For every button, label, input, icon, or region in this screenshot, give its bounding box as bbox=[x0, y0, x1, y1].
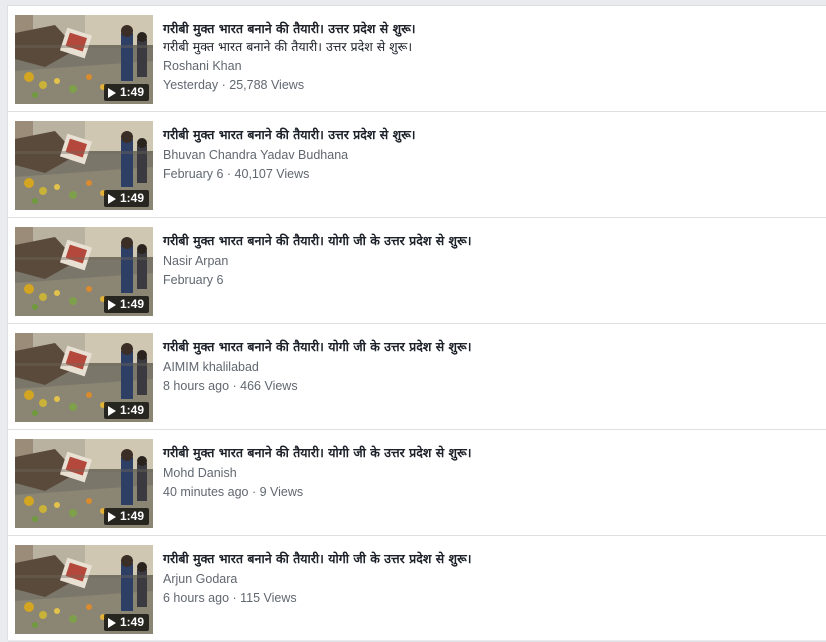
video-meta: February 6 · 40,107 Views bbox=[163, 167, 310, 181]
video-info: गरीबी मुक्त भारत बनाने की तैयारी। योगी ज… bbox=[163, 550, 816, 608]
video-meta: 40 minutes ago · 9 Views bbox=[163, 485, 304, 499]
video-meta: 8 hours ago · 466 Views bbox=[163, 379, 298, 393]
video-info: गरीबी मुक्त भारत बनाने की तैयारी। योगी ज… bbox=[163, 338, 816, 396]
play-icon bbox=[107, 87, 116, 98]
video-title[interactable]: गरीबी मुक्त भारत बनाने की तैयारी। योगी ज… bbox=[163, 550, 816, 568]
play-icon bbox=[107, 511, 116, 522]
video-info: गरीबी मुक्त भारत बनाने की तैयारी। उत्तर … bbox=[163, 20, 816, 95]
video-result-item: 1:49 गरीबी मुक्त भारत बनाने की तैयारी। उ… bbox=[8, 112, 826, 218]
video-duration-badge: 1:49 bbox=[103, 508, 149, 525]
video-title[interactable]: गरीबी मुक्त भारत बनाने की तैयारी। उत्तर … bbox=[163, 20, 816, 38]
play-icon bbox=[107, 405, 116, 416]
video-info: गरीबी मुक्त भारत बनाने की तैयारी। उत्तर … bbox=[163, 126, 816, 184]
video-author[interactable]: Mohd Danish bbox=[163, 464, 816, 483]
video-duration-badge: 1:49 bbox=[103, 614, 149, 631]
video-title[interactable]: गरीबी मुक्त भारत बनाने की तैयारी। योगी ज… bbox=[163, 232, 816, 250]
play-icon bbox=[107, 299, 116, 310]
video-thumbnail[interactable]: 1:49 bbox=[15, 333, 153, 422]
video-title[interactable]: गरीबी मुक्त भारत बनाने की तैयारी। योगी ज… bbox=[163, 338, 816, 356]
video-duration-badge: 1:49 bbox=[103, 190, 149, 207]
duration-text: 1:49 bbox=[119, 85, 144, 99]
video-thumbnail[interactable]: 1:49 bbox=[15, 121, 153, 210]
video-title[interactable]: गरीबी मुक्त भारत बनाने की तैयारी। उत्तर … bbox=[163, 126, 816, 144]
video-meta: Yesterday · 25,788 Views bbox=[163, 78, 305, 92]
video-thumbnail[interactable]: 1:49 bbox=[15, 227, 153, 316]
video-description: गरीबी मुक्त भारत बनाने की तैयारी। उत्तर … bbox=[163, 39, 413, 54]
duration-text: 1:49 bbox=[119, 509, 144, 523]
play-icon bbox=[107, 617, 116, 628]
video-result-item: 1:49 गरीबी मुक्त भारत बनाने की तैयारी। य… bbox=[8, 324, 826, 430]
video-author[interactable]: AIMIM khalilabad bbox=[163, 358, 816, 377]
video-meta: 6 hours ago · 115 Views bbox=[163, 591, 297, 605]
video-meta: February 6 bbox=[163, 273, 224, 287]
video-duration-badge: 1:49 bbox=[103, 296, 149, 313]
video-author[interactable]: Nasir Arpan bbox=[163, 252, 816, 271]
video-result-item: 1:49 गरीबी मुक्त भारत बनाने की तैयारी। य… bbox=[8, 430, 826, 536]
video-results-list: 1:49 गरीबी मुक्त भारत बनाने की तैयारी। उ… bbox=[7, 5, 826, 642]
video-info: गरीबी मुक्त भारत बनाने की तैयारी। योगी ज… bbox=[163, 444, 816, 502]
video-duration-badge: 1:49 bbox=[103, 402, 149, 419]
video-result-item: 1:49 गरीबी मुक्त भारत बनाने की तैयारी। य… bbox=[8, 218, 826, 324]
video-info: गरीबी मुक्त भारत बनाने की तैयारी। योगी ज… bbox=[163, 232, 816, 290]
video-thumbnail[interactable]: 1:49 bbox=[15, 439, 153, 528]
video-thumbnail[interactable]: 1:49 bbox=[15, 15, 153, 104]
duration-text: 1:49 bbox=[119, 615, 144, 629]
duration-text: 1:49 bbox=[119, 297, 144, 311]
video-duration-badge: 1:49 bbox=[103, 84, 149, 101]
video-author[interactable]: Bhuvan Chandra Yadav Budhana bbox=[163, 146, 816, 165]
video-author[interactable]: Roshani Khan bbox=[163, 57, 816, 76]
video-result-item: 1:49 गरीबी मुक्त भारत बनाने की तैयारी। य… bbox=[8, 536, 826, 642]
video-thumbnail[interactable]: 1:49 bbox=[15, 545, 153, 634]
video-title[interactable]: गरीबी मुक्त भारत बनाने की तैयारी। योगी ज… bbox=[163, 444, 816, 462]
duration-text: 1:49 bbox=[119, 403, 144, 417]
video-result-item: 1:49 गरीबी मुक्त भारत बनाने की तैयारी। उ… bbox=[8, 6, 826, 112]
duration-text: 1:49 bbox=[119, 191, 144, 205]
play-icon bbox=[107, 193, 116, 204]
video-author[interactable]: Arjun Godara bbox=[163, 570, 816, 589]
